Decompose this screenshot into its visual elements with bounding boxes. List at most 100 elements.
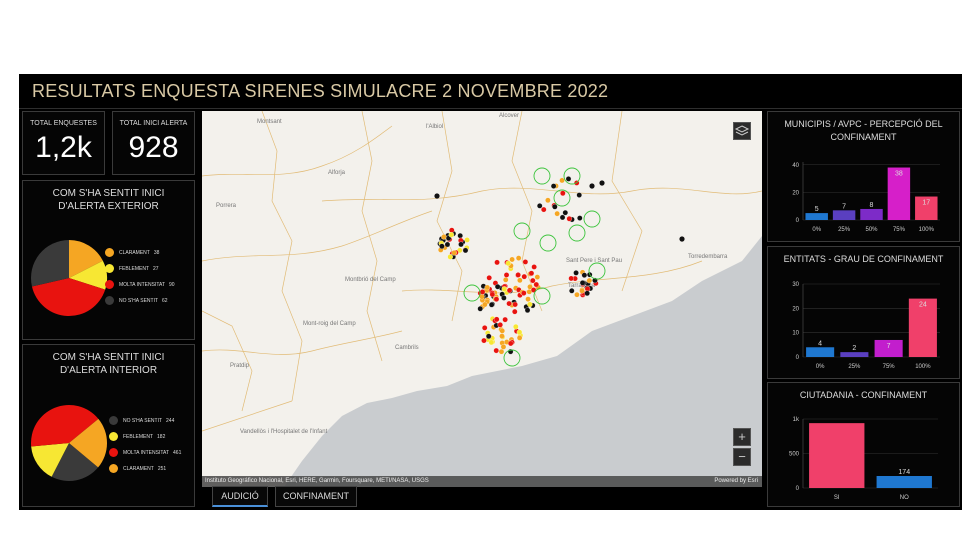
survey-point[interactable]: [579, 280, 586, 286]
survey-point[interactable]: [524, 307, 531, 313]
survey-point[interactable]: [581, 272, 588, 278]
tab-confinament[interactable]: CONFINAMENT: [275, 486, 357, 507]
siren-marker[interactable]: [533, 167, 551, 185]
survey-point[interactable]: [565, 176, 572, 182]
survey-point[interactable]: [462, 247, 469, 254]
survey-point[interactable]: [579, 288, 585, 294]
survey-point[interactable]: [501, 286, 508, 292]
survey-point[interactable]: [503, 272, 510, 278]
survey-point[interactable]: [562, 209, 569, 216]
survey-point[interactable]: [500, 344, 507, 350]
survey-point[interactable]: [497, 322, 503, 328]
survey-point[interactable]: [573, 270, 579, 276]
siren-marker[interactable]: [563, 167, 581, 185]
survey-point[interactable]: [566, 216, 573, 222]
survey-point[interactable]: [559, 214, 566, 221]
siren-marker[interactable]: [533, 287, 551, 305]
survey-point[interactable]: [531, 264, 537, 270]
layers-icon[interactable]: [733, 122, 751, 140]
bar[interactable]: [805, 213, 828, 220]
survey-point[interactable]: [574, 291, 580, 298]
zoom-out-button[interactable]: −: [733, 448, 751, 466]
survey-point[interactable]: [439, 243, 445, 249]
survey-point[interactable]: [451, 250, 457, 256]
survey-point[interactable]: [515, 255, 522, 261]
survey-point[interactable]: [517, 277, 523, 284]
survey-point[interactable]: [477, 305, 483, 312]
survey-point[interactable]: [482, 301, 488, 308]
siren-marker[interactable]: [463, 284, 481, 302]
survey-point[interactable]: [505, 260, 511, 267]
survey-point[interactable]: [536, 203, 543, 209]
survey-point[interactable]: [486, 275, 492, 281]
survey-point[interactable]: [481, 325, 488, 331]
survey-point[interactable]: [434, 193, 440, 199]
survey-point[interactable]: [589, 183, 595, 189]
powered-by-esri[interactable]: Powered by Esri: [714, 476, 758, 487]
bar[interactable]: [840, 352, 869, 357]
survey-point[interactable]: [494, 259, 500, 266]
survey-point[interactable]: [448, 232, 455, 238]
zoom-in-button[interactable]: +: [733, 428, 751, 446]
survey-point[interactable]: [586, 277, 593, 284]
bar[interactable]: [832, 210, 856, 220]
bar[interactable]: [806, 347, 835, 357]
bar[interactable]: [809, 423, 865, 488]
survey-point[interactable]: [569, 288, 575, 294]
survey-point[interactable]: [507, 340, 514, 347]
survey-point[interactable]: [541, 206, 547, 213]
survey-point[interactable]: [488, 301, 495, 308]
survey-point[interactable]: [679, 236, 685, 242]
survey-point[interactable]: [599, 180, 605, 186]
survey-point[interactable]: [568, 275, 574, 282]
bar[interactable]: [860, 208, 883, 220]
survey-point[interactable]: [458, 241, 464, 248]
survey-point[interactable]: [506, 287, 513, 294]
survey-point[interactable]: [493, 347, 499, 354]
siren-marker[interactable]: [513, 222, 531, 240]
survey-point[interactable]: [509, 256, 515, 263]
siren-marker[interactable]: [568, 224, 586, 242]
survey-point[interactable]: [550, 183, 557, 189]
survey-point[interactable]: [584, 290, 590, 297]
tab-audicio[interactable]: AUDICIÓ: [212, 486, 268, 507]
survey-point[interactable]: [498, 348, 505, 355]
survey-point[interactable]: [457, 232, 463, 239]
survey-point[interactable]: [554, 210, 560, 217]
survey-point[interactable]: [502, 277, 509, 283]
survey-point[interactable]: [521, 273, 528, 280]
survey-point[interactable]: [516, 329, 523, 335]
survey-point[interactable]: [577, 215, 583, 221]
bar[interactable]: [876, 475, 932, 488]
survey-point[interactable]: [484, 284, 491, 291]
survey-point[interactable]: [447, 254, 453, 260]
survey-point[interactable]: [560, 190, 566, 196]
survey-point[interactable]: [499, 333, 505, 339]
survey-point[interactable]: [513, 323, 519, 330]
siren-marker[interactable]: [583, 210, 601, 228]
survey-point[interactable]: [494, 283, 501, 290]
survey-point[interactable]: [506, 300, 512, 307]
siren-marker[interactable]: [539, 234, 557, 252]
survey-point[interactable]: [552, 204, 558, 210]
survey-point[interactable]: [516, 335, 523, 341]
survey-point[interactable]: [512, 301, 518, 308]
survey-point[interactable]: [441, 234, 447, 240]
survey-point[interactable]: [489, 291, 496, 298]
survey-point[interactable]: [576, 192, 582, 198]
survey-point[interactable]: [534, 274, 541, 280]
survey-point[interactable]: [525, 296, 531, 302]
siren-marker[interactable]: [588, 262, 606, 280]
survey-point[interactable]: [493, 316, 500, 323]
survey-point[interactable]: [499, 328, 505, 334]
survey-point[interactable]: [464, 237, 470, 243]
survey-point[interactable]: [493, 296, 500, 302]
survey-point[interactable]: [521, 290, 527, 296]
survey-point[interactable]: [479, 289, 486, 295]
survey-point[interactable]: [522, 259, 529, 265]
survey-point[interactable]: [449, 227, 455, 233]
survey-point[interactable]: [502, 316, 508, 323]
survey-point[interactable]: [545, 197, 551, 204]
survey-point[interactable]: [528, 270, 535, 277]
survey-point[interactable]: [485, 333, 492, 340]
